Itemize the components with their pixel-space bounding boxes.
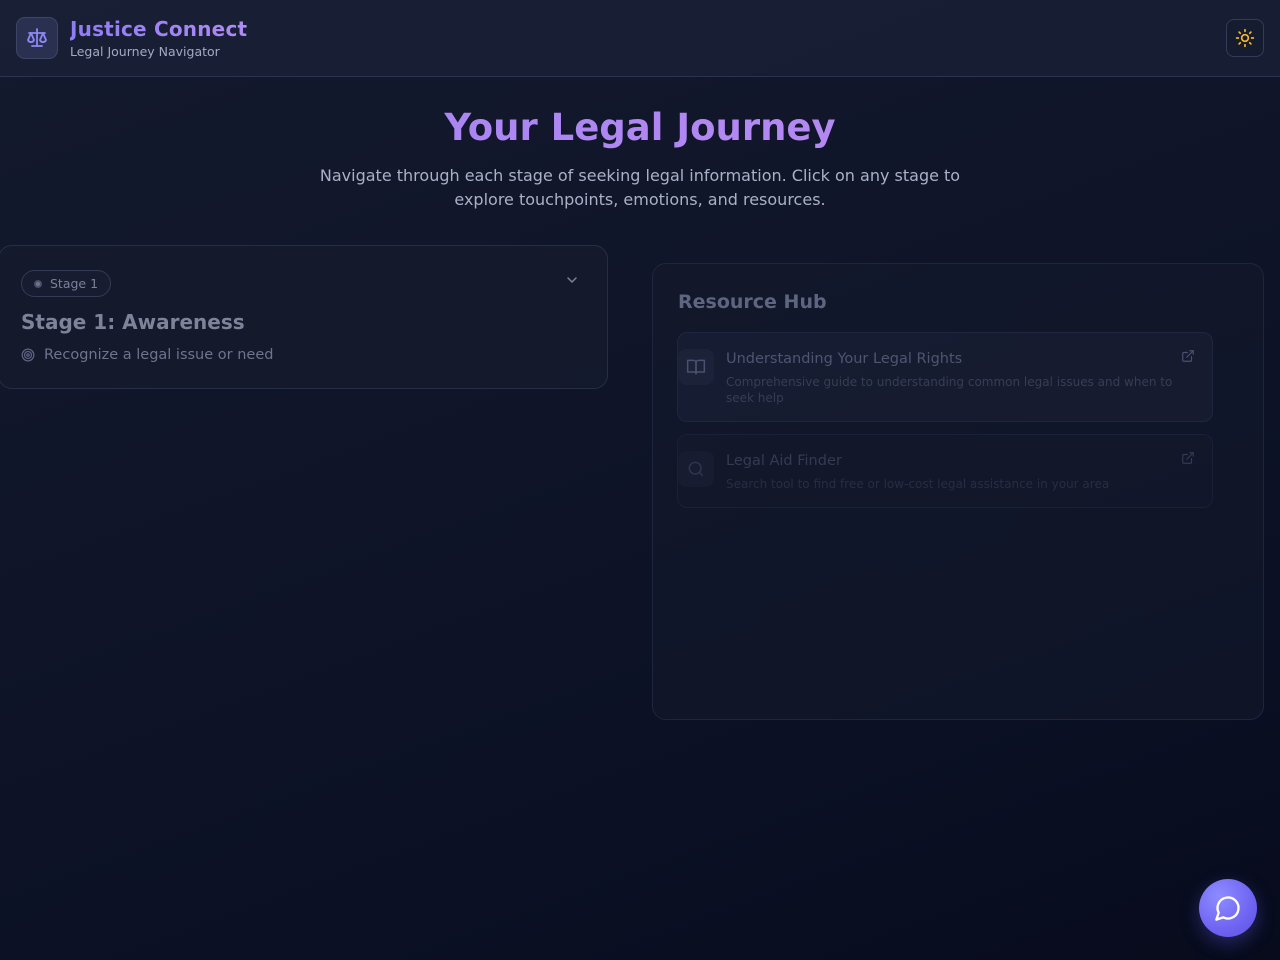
app-subtitle: Legal Journey Navigator [70, 44, 220, 59]
stage-badge: Stage 1 [21, 270, 112, 297]
resource-hub: Resource Hub Understanding Your Legal Ri… [652, 263, 1264, 720]
resource-title: Legal Aid Finder [726, 453, 842, 469]
theme-toggle-button[interactable] [1226, 19, 1264, 57]
stage-goal: Recognize a legal issue or need [21, 346, 273, 364]
sun-icon [1235, 28, 1255, 48]
stage-title: Stage 1: Awareness [21, 310, 245, 334]
app-header: Justice Connect Legal Journey Navigator [0, 0, 1280, 77]
chat-button[interactable] [1199, 879, 1257, 937]
resource-hub-title: Resource Hub [678, 291, 827, 313]
scales-of-justice-icon [16, 17, 58, 59]
resource-title: Understanding Your Legal Rights [726, 351, 963, 367]
stage-card-awareness[interactable]: Stage 1 Stage 1: Awareness Recognize a l… [0, 245, 608, 389]
resource-card-legal-aid-finder[interactable]: Legal Aid Finder Search tool to find fre… [677, 434, 1213, 508]
resource-description: Comprehensive guide to understanding com… [726, 375, 1173, 405]
app-title: Justice Connect [70, 17, 248, 41]
search-icon [678, 451, 714, 487]
external-link-icon[interactable] [1181, 349, 1195, 363]
resource-card-legal-rights[interactable]: Understanding Your Legal Rights Comprehe… [677, 332, 1213, 422]
chat-bubble-icon [1215, 896, 1240, 921]
resource-description: Search tool to find free or low-cost leg… [726, 477, 1110, 491]
chevron-down-icon[interactable] [564, 272, 580, 288]
stage-dot-icon [34, 280, 42, 288]
target-icon [21, 348, 35, 362]
external-link-icon[interactable] [1181, 451, 1195, 465]
page-title: Your Legal Journey [0, 106, 1280, 149]
book-open-icon [678, 349, 714, 385]
page-description: Navigate through each stage of seeking l… [319, 166, 961, 209]
